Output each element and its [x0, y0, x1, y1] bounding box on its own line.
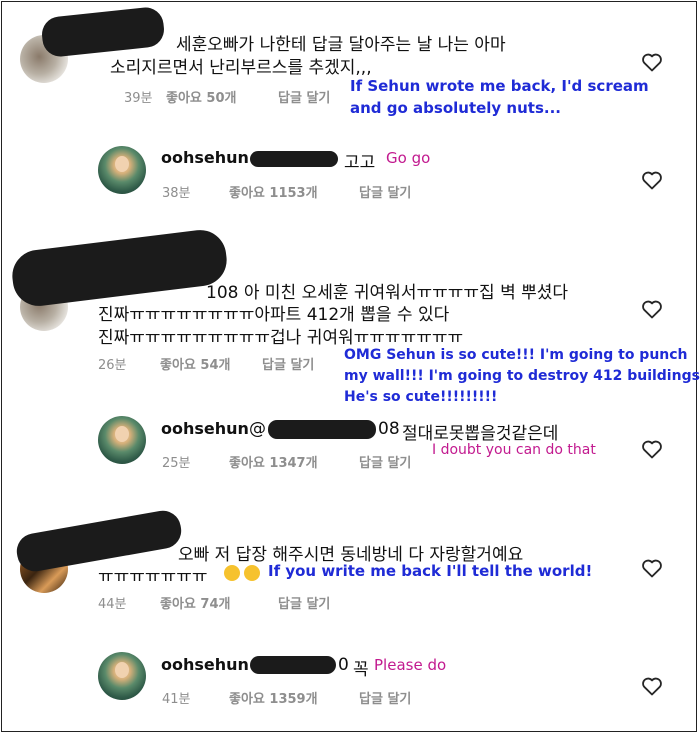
comment-text-line: 진짜ㅠㅠㅠㅠㅠㅠㅠㅠ아파트 412개 뽑을 수 있다	[98, 305, 450, 325]
translation-caption: He's so cute!!!!!!!!!	[344, 389, 498, 405]
reply-time: 38분	[162, 186, 191, 201]
comment-time: 39분	[124, 91, 153, 106]
translation-caption: OMG Sehun is so cute!!! I'm going to pun…	[344, 347, 688, 363]
heart-outline-icon[interactable]	[640, 297, 664, 321]
reply-text: 절대로못뽑을것같은데	[402, 424, 559, 444]
reply-time: 25분	[162, 456, 191, 471]
comment-text-line: 소리지르면서 난리부르스를 추겠지,,,	[110, 58, 372, 78]
like-count[interactable]: 좋아요 1347개	[229, 452, 318, 471]
translation-caption: If Sehun wrote me back, I'd scream	[350, 77, 649, 95]
translation-caption: Go go	[386, 149, 431, 167]
oohsehun-avatar[interactable]	[98, 416, 146, 464]
translation-caption: my wall!!! I'm going to destroy 412 buil…	[344, 368, 700, 384]
like-count[interactable]: 좋아요 74개	[160, 593, 230, 612]
oohsehun-avatar[interactable]	[98, 652, 146, 700]
crying-face-emoji	[244, 565, 260, 581]
heart-outline-icon[interactable]	[640, 50, 664, 74]
like-count[interactable]: 좋아요 54개	[160, 354, 230, 373]
crying-face-emoji	[224, 565, 240, 581]
translation-caption: If you write me back I'll tell the world…	[268, 562, 593, 580]
reply-text: 고고	[344, 153, 376, 173]
reply-button[interactable]: 답글 달기	[278, 87, 330, 106]
heart-outline-icon[interactable]	[640, 556, 664, 580]
reply-button[interactable]: 답글 달기	[278, 593, 330, 612]
reply-author-handle[interactable]: oohsehun	[161, 148, 249, 167]
like-count[interactable]: 좋아요 1153개	[229, 182, 318, 201]
heart-outline-icon[interactable]	[640, 168, 664, 192]
redaction-scribble	[250, 656, 336, 674]
mention-suffix: 0	[338, 655, 349, 675]
reply-time: 41분	[162, 692, 191, 707]
comment-text-line: ㅠㅠㅠㅠㅠㅠㅠ	[98, 567, 208, 587]
reply-button[interactable]: 답글 달기	[359, 452, 411, 471]
like-count[interactable]: 좋아요 50개	[166, 87, 236, 106]
heart-outline-icon[interactable]	[640, 437, 664, 461]
reply-author-handle[interactable]: oohsehun	[161, 419, 249, 438]
heart-outline-icon[interactable]	[640, 674, 664, 698]
comment-text-line: 세훈오빠가 나한테 답글 달아주는 날 나는 아마	[176, 35, 506, 55]
comment-time: 44분	[98, 597, 127, 612]
redaction-scribble	[268, 420, 376, 439]
mention-suffix: 08	[378, 419, 400, 439]
reply-author-handle[interactable]: oohsehun	[161, 655, 249, 674]
oohsehun-avatar[interactable]	[98, 146, 146, 194]
translation-caption: Please do	[374, 656, 447, 674]
comment-time: 26분	[98, 358, 127, 373]
like-count[interactable]: 좋아요 1359개	[229, 688, 318, 707]
translation-caption: and go absolutely nuts...	[350, 99, 561, 117]
reply-text: 꼭	[353, 660, 369, 680]
mention-prefix[interactable]: @	[249, 419, 266, 439]
reply-button[interactable]: 답글 달기	[359, 688, 411, 707]
translation-caption: I doubt you can do that	[432, 442, 596, 458]
reply-button[interactable]: 답글 달기	[359, 182, 411, 201]
redaction-scribble	[250, 151, 338, 167]
reply-button[interactable]: 답글 달기	[262, 354, 314, 373]
